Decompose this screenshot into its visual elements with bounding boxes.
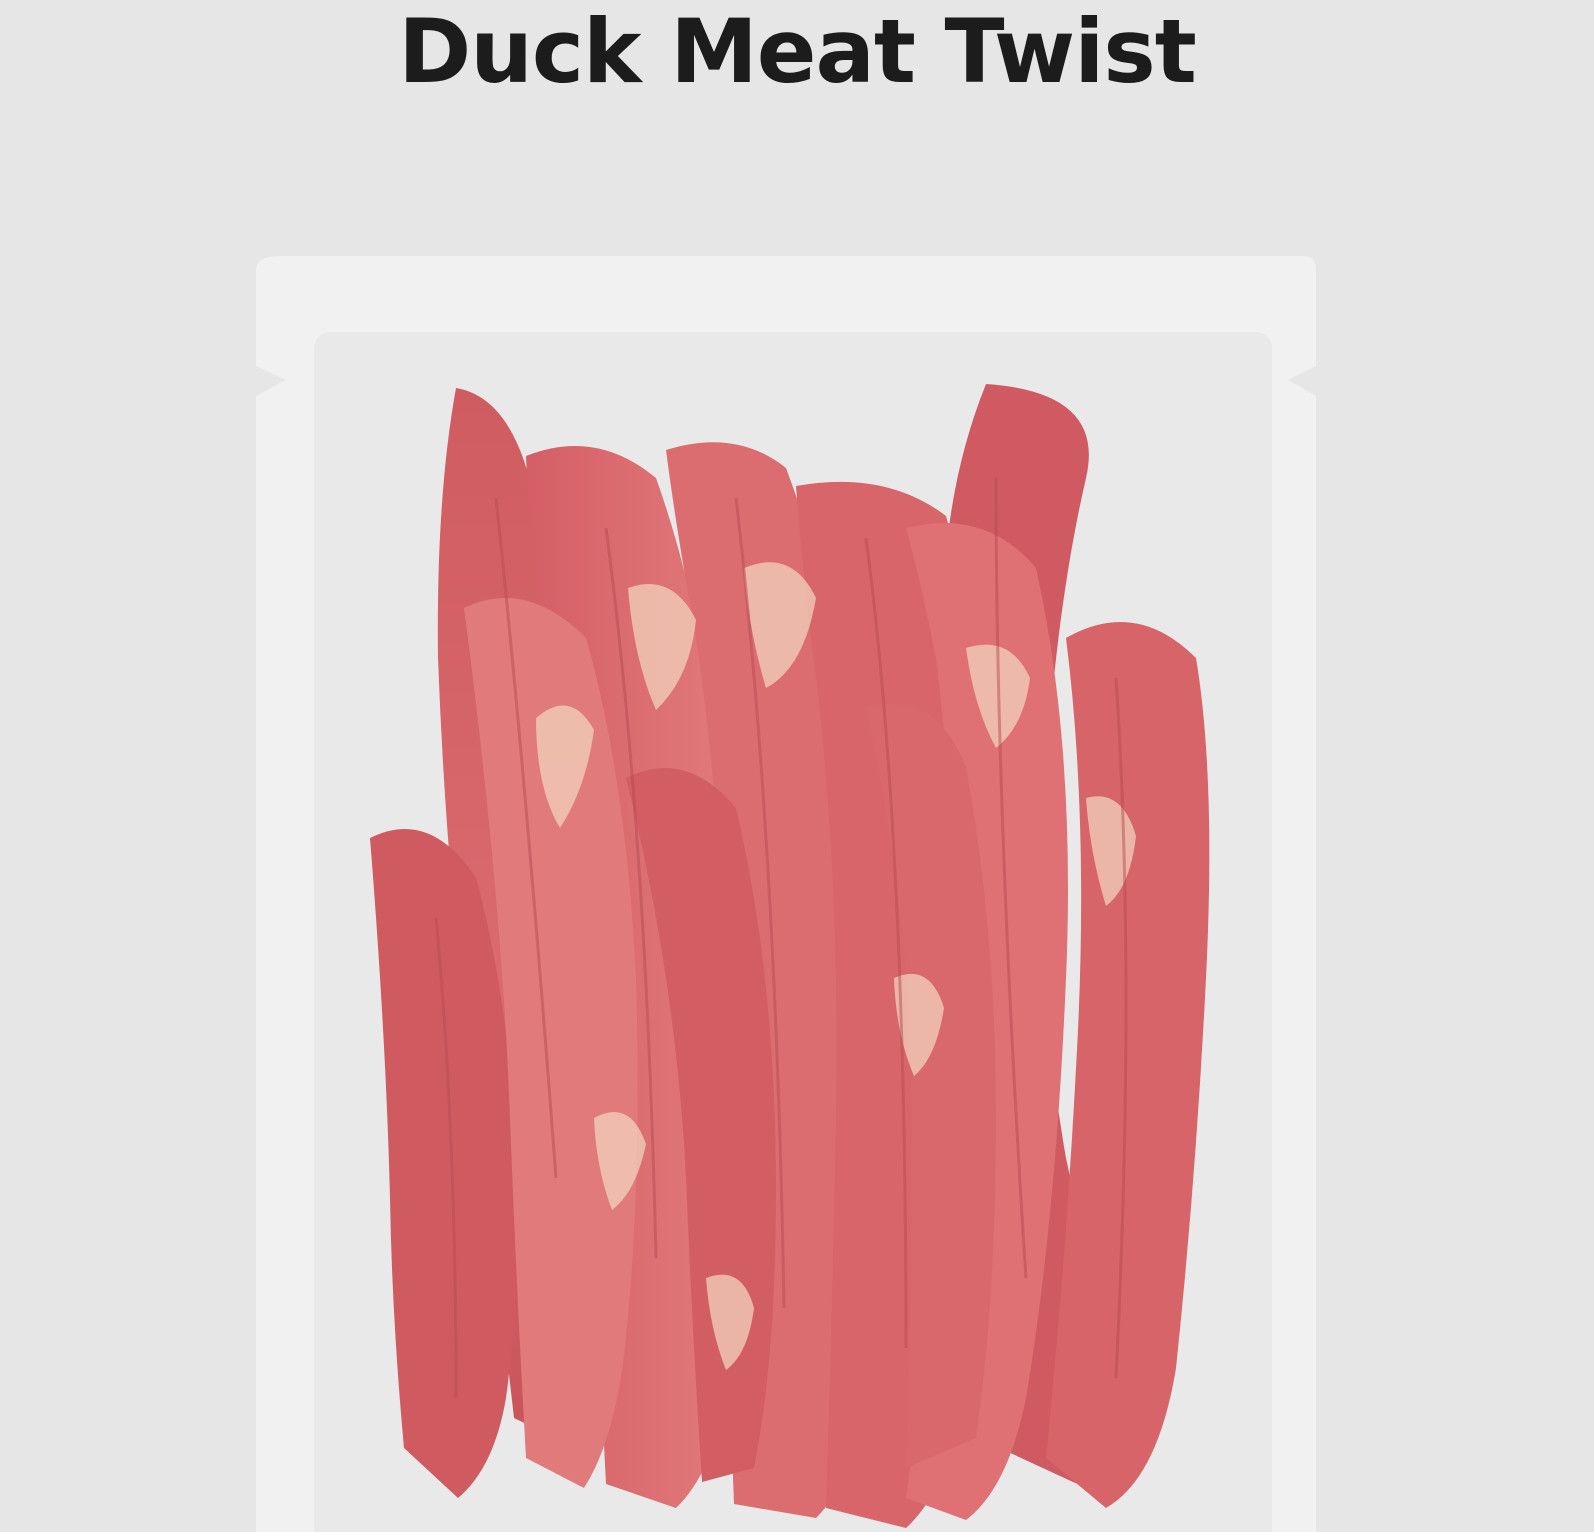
product-pouch bbox=[256, 256, 1328, 1532]
product-title: Duck Meat Twist bbox=[398, 0, 1197, 103]
duck-meat-strips-image bbox=[370, 384, 1210, 1528]
